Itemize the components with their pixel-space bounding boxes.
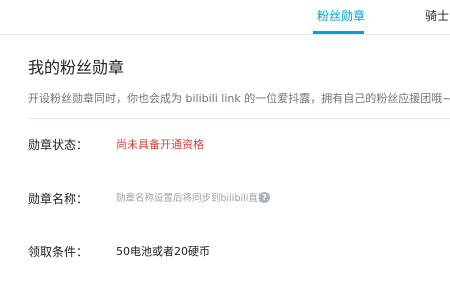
claim-condition-value: 50电池或者20硬币 <box>116 245 210 258</box>
badge-status-value: 尚未具备开通资格 <box>116 138 204 151</box>
tab-fans-badge[interactable]: 粉丝勋章 <box>317 8 365 24</box>
badge-status-label: 勋章状态： <box>28 138 89 152</box>
claim-condition-label: 领取条件： <box>28 245 89 259</box>
badge-name-hint: 勋章名称设置后将同步到bilibili直播 <box>116 193 268 204</box>
badge-name-label: 勋章名称： <box>28 192 89 206</box>
divider <box>28 118 450 119</box>
top-tab-bar: 粉丝勋章 骑士 <box>0 0 450 35</box>
tab-knight[interactable]: 骑士 <box>425 8 449 24</box>
help-icon[interactable]: ? <box>259 192 270 203</box>
active-tab-indicator <box>313 31 364 34</box>
page-title: 我的粉丝勋章 <box>28 58 125 77</box>
page-description: 开设粉丝勋章同时，你也会成为 bilibili link 的一位爱抖露，拥有自己… <box>28 92 450 105</box>
